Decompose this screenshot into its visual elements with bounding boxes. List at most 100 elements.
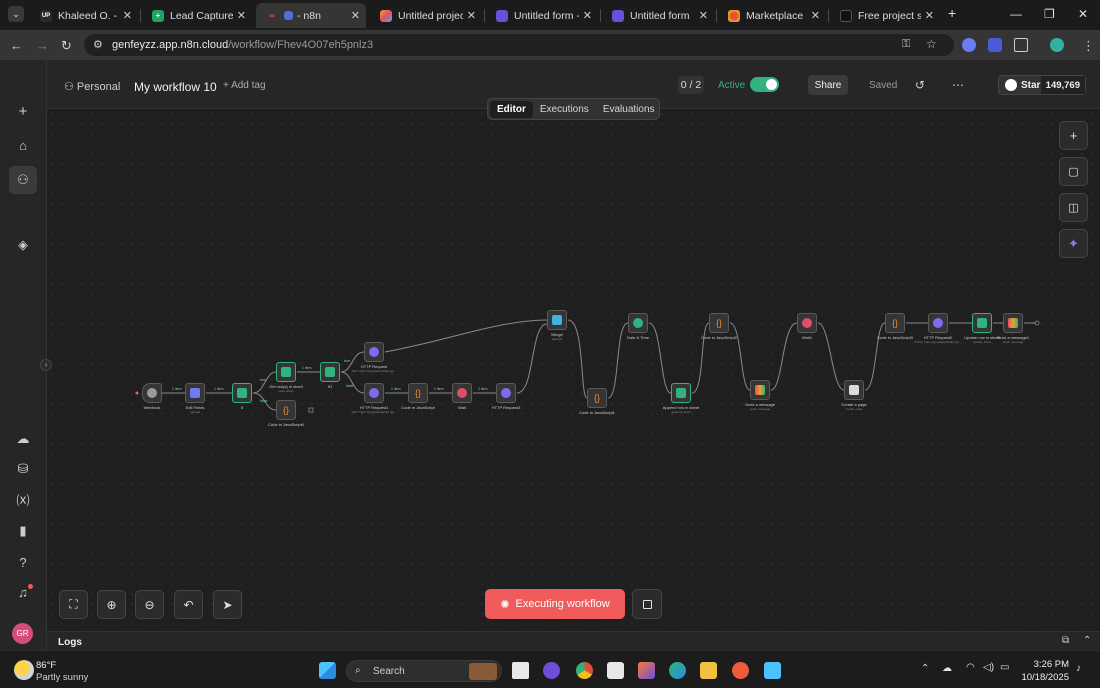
file-explorer-icon[interactable] bbox=[700, 662, 717, 679]
pointer-icon[interactable]: ➤ bbox=[213, 590, 242, 619]
edge-label: true bbox=[344, 359, 350, 363]
globe-icon bbox=[369, 388, 379, 398]
workflow-node[interactable]: {} bbox=[408, 383, 428, 403]
workflow-node[interactable]: {} bbox=[276, 400, 296, 420]
workflow-node[interactable] bbox=[364, 383, 384, 403]
workflow-node[interactable] bbox=[232, 383, 252, 403]
clock-icon bbox=[633, 318, 643, 328]
logs-label: Logs bbox=[58, 637, 82, 648]
node-label: Wait1 bbox=[801, 335, 813, 340]
node-label: Code in JavaScript bbox=[401, 405, 435, 410]
zoom-in-icon[interactable]: ⊕ bbox=[97, 590, 126, 619]
node-label: Wait bbox=[458, 405, 466, 410]
spinner-icon: ✺ bbox=[500, 598, 510, 611]
if-icon bbox=[325, 367, 335, 377]
onedrive-icon[interactable]: ☁ bbox=[942, 663, 952, 674]
notepad-icon[interactable] bbox=[764, 662, 781, 679]
node-label: Code in JavaScript2 bbox=[701, 335, 737, 340]
notification-bell-icon[interactable]: ♪ bbox=[1076, 663, 1081, 674]
expand-up-icon[interactable]: ⌃ bbox=[1083, 635, 1091, 646]
node-label: Date & Time bbox=[626, 335, 650, 340]
workflow-node[interactable] bbox=[185, 383, 205, 403]
node-subtitle: update: sheet bbox=[972, 340, 992, 344]
code-icon: {} bbox=[715, 318, 722, 328]
if-icon bbox=[237, 388, 247, 398]
volume-icon[interactable]: ◁) bbox=[983, 662, 994, 673]
battery-icon[interactable]: ▭ bbox=[1000, 662, 1009, 673]
edge-label: 1 item bbox=[391, 387, 401, 391]
edge-label: true bbox=[260, 378, 266, 382]
fit-view-icon[interactable]: ⛶ bbox=[59, 590, 88, 619]
clock-date[interactable]: 10/18/2025 bbox=[1013, 672, 1069, 683]
code-icon: {} bbox=[414, 388, 421, 398]
popout-icon[interactable]: ⧉ bbox=[1062, 635, 1069, 646]
workflow-node[interactable] bbox=[750, 380, 770, 400]
search-placeholder: Search bbox=[373, 666, 405, 677]
node-subtitle: read: sheet bbox=[278, 389, 294, 393]
undo-icon[interactable]: ↶ bbox=[174, 590, 203, 619]
clock-time[interactable]: 3:26 PM bbox=[1021, 659, 1069, 670]
temperature: 86°F bbox=[36, 660, 57, 671]
globe-icon bbox=[501, 388, 511, 398]
workflow-node[interactable] bbox=[547, 310, 567, 330]
task-view-icon[interactable] bbox=[512, 662, 529, 679]
workflow-node[interactable] bbox=[1003, 313, 1023, 333]
chrome-icon[interactable] bbox=[576, 662, 593, 679]
workflow-node[interactable] bbox=[364, 342, 384, 362]
gmail-icon bbox=[755, 385, 765, 395]
workflow-node[interactable]: {} bbox=[885, 313, 905, 333]
workflow-node[interactable] bbox=[320, 362, 340, 382]
executing-workflow-button[interactable]: ✺ Executing workflow bbox=[485, 589, 625, 619]
tray-chevron-icon[interactable]: ⌃ bbox=[921, 663, 929, 674]
edge-label: 1 item bbox=[172, 387, 182, 391]
windows-start-icon[interactable] bbox=[319, 662, 336, 679]
wifi-icon[interactable]: ◠ bbox=[966, 662, 975, 673]
workflow-node[interactable] bbox=[142, 383, 162, 403]
stop-execution-button[interactable] bbox=[632, 589, 662, 619]
node-label: HTTP Request3 bbox=[491, 405, 521, 410]
workflow-node[interactable] bbox=[671, 383, 691, 403]
workflow-node[interactable] bbox=[496, 383, 516, 403]
globe-icon bbox=[933, 318, 943, 328]
zoom-out-icon[interactable]: ⊖ bbox=[135, 590, 164, 619]
code-icon: {} bbox=[593, 393, 600, 403]
workflow-connections: 1 item 1 item true false 1 item true fal… bbox=[135, 319, 1040, 413]
node-label: If1 bbox=[327, 384, 333, 389]
node-label: Code in JavaScript4 bbox=[268, 422, 304, 427]
copilot-icon[interactable] bbox=[638, 662, 655, 679]
node-subtitle: GET: https://jsonplaceholder.typ... bbox=[351, 369, 397, 373]
sheets-icon bbox=[676, 388, 686, 398]
executing-label: Executing workflow bbox=[515, 598, 610, 610]
workflow-node[interactable]: {} bbox=[587, 388, 607, 408]
workflow-node[interactable]: {} bbox=[709, 313, 729, 333]
node-subtitle: create: page bbox=[845, 407, 863, 411]
edge-label: false bbox=[260, 399, 267, 403]
workflow-node[interactable] bbox=[452, 383, 472, 403]
pause-icon bbox=[802, 318, 812, 328]
node-label: Code in JavaScript3 bbox=[877, 335, 913, 340]
pause-icon bbox=[457, 388, 467, 398]
meet-icon[interactable] bbox=[543, 662, 560, 679]
store-icon[interactable] bbox=[607, 662, 624, 679]
workflow-node[interactable] bbox=[928, 313, 948, 333]
stop-icon bbox=[642, 599, 652, 609]
search-highlight-icon bbox=[469, 663, 497, 680]
gmail-icon bbox=[1008, 318, 1018, 328]
app-icon[interactable] bbox=[732, 662, 749, 679]
workflow-node[interactable] bbox=[972, 313, 992, 333]
node-subtitle: append bbox=[551, 337, 563, 341]
logs-panel[interactable]: Logs ⧉ ⌃ bbox=[47, 631, 1100, 650]
weather-text: Partly sunny bbox=[36, 672, 89, 683]
edge-icon[interactable] bbox=[669, 662, 686, 679]
sheets-icon bbox=[977, 318, 987, 328]
node-label: Webhook bbox=[143, 405, 161, 410]
code-icon: {} bbox=[282, 405, 289, 415]
workflow-node[interactable] bbox=[628, 313, 648, 333]
pencil-icon bbox=[190, 388, 200, 398]
weather-icon[interactable] bbox=[14, 660, 34, 680]
workflow-node[interactable] bbox=[844, 380, 864, 400]
edge-label: 1 item bbox=[302, 366, 312, 370]
workflow-node[interactable] bbox=[276, 362, 296, 382]
workflow-node[interactable] bbox=[797, 313, 817, 333]
taskbar-search[interactable]: ⌕ Search bbox=[346, 660, 502, 682]
